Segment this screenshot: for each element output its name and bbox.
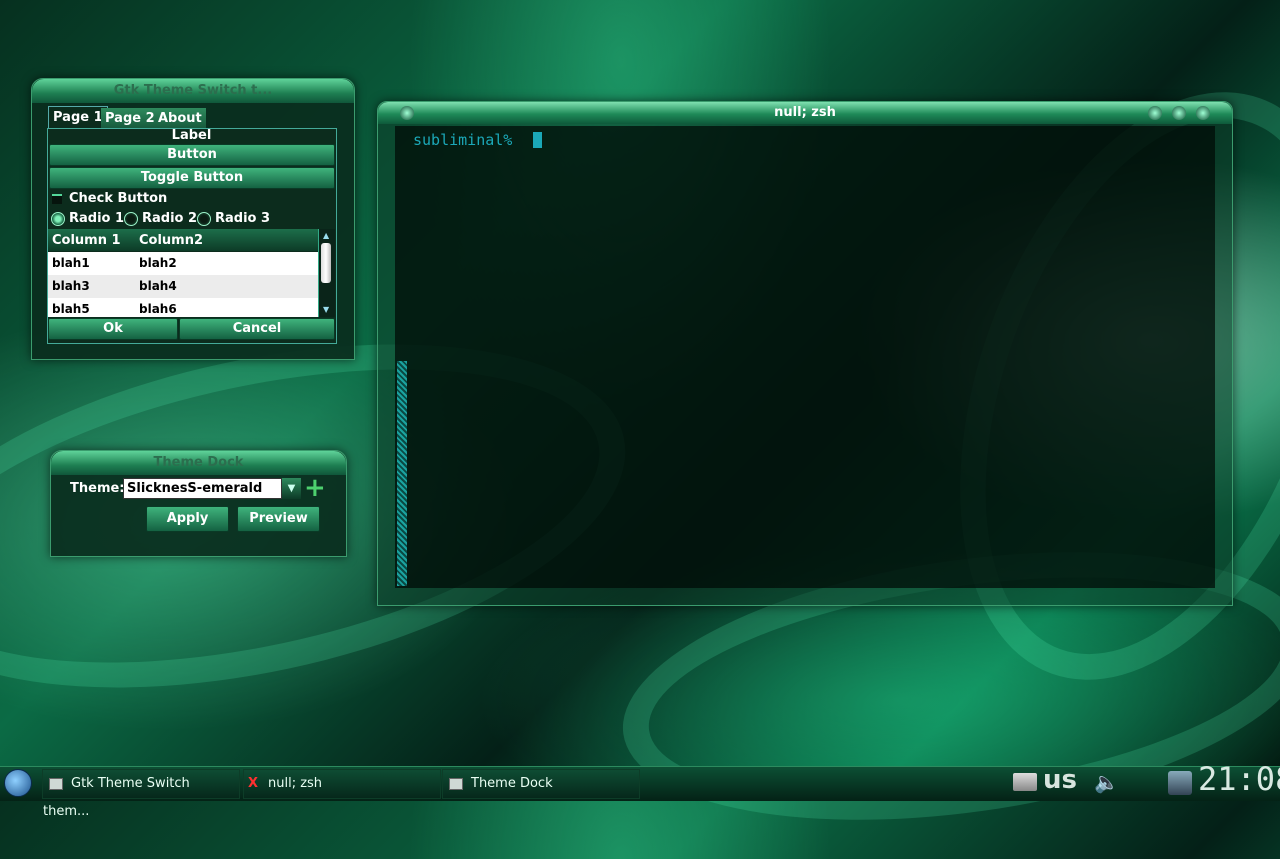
network-icon[interactable] xyxy=(1168,771,1192,795)
task-theme-dock[interactable]: Theme Dock xyxy=(442,769,640,799)
drive-icon[interactable] xyxy=(1013,773,1037,791)
theme-dock-window: Theme Dock xyxy=(50,450,347,557)
volume-icon[interactable]: 🔈 xyxy=(1094,770,1119,794)
window-title[interactable]: Theme Dock xyxy=(51,451,346,475)
list-scrollbar[interactable]: ▲ ▼ xyxy=(318,229,335,317)
cell: blah2 xyxy=(139,256,177,270)
clock[interactable]: 21:08 xyxy=(1198,760,1280,798)
cancel-button[interactable]: Cancel xyxy=(179,318,335,340)
preview-button[interactable]: Preview xyxy=(237,506,320,532)
tab-page-1[interactable]: Page 1 xyxy=(48,106,108,129)
cell: blah3 xyxy=(52,279,90,293)
minimize-icon[interactable] xyxy=(1148,106,1162,120)
terminal-title: null; zsh xyxy=(774,105,836,120)
button[interactable]: Button xyxy=(49,144,335,166)
task-gtk-theme-switch[interactable]: Gtk Theme Switch them... xyxy=(42,769,240,819)
radio-2[interactable] xyxy=(124,212,138,226)
theme-label: Theme: xyxy=(70,481,125,496)
label-text: Label xyxy=(171,128,212,143)
keyboard-layout[interactable]: us xyxy=(1043,765,1077,795)
cell: blah1 xyxy=(52,256,90,270)
radio-1-label: Radio 1 xyxy=(69,211,125,226)
scroll-down-icon[interactable]: ▼ xyxy=(323,305,329,314)
tab-page-2[interactable]: Page 2 xyxy=(101,108,159,130)
apply-button[interactable]: Apply xyxy=(146,506,229,532)
scrollbar-thumb[interactable] xyxy=(321,243,331,283)
window-title[interactable]: Gtk Theme Switch t... xyxy=(32,79,354,103)
terminal-body[interactable] xyxy=(395,126,1215,588)
radio-3[interactable] xyxy=(197,212,211,226)
radio-3-label: Radio 3 xyxy=(215,211,271,226)
toggle-button[interactable]: Toggle Button xyxy=(49,167,335,189)
check-box[interactable] xyxy=(52,194,62,204)
terminal-scrollbar[interactable] xyxy=(397,361,407,586)
chevron-down-icon[interactable]: ▼ xyxy=(282,478,301,499)
task-label: null; zsh xyxy=(268,776,323,791)
terminal-window: null; zsh subliminal% xyxy=(377,101,1233,606)
tab-about[interactable]: About xyxy=(154,108,206,130)
close-icon[interactable] xyxy=(1196,106,1210,120)
maximize-icon[interactable] xyxy=(1172,106,1186,120)
check-button-label: Check Button xyxy=(69,191,168,206)
x-terminal-icon: X xyxy=(248,776,259,791)
terminal-prompt: subliminal% xyxy=(413,131,513,149)
cell: blah4 xyxy=(139,279,177,293)
list-view[interactable]: Column 1 Column2 blah1 blah2 blah3 blah4… xyxy=(48,229,318,317)
cell: blah5 xyxy=(52,302,90,316)
task-terminal[interactable]: Xnull; zsh xyxy=(243,769,441,799)
scroll-up-icon[interactable]: ▲ xyxy=(323,231,329,240)
column-header-1[interactable]: Column 1 xyxy=(52,233,121,248)
ok-button[interactable]: Ok xyxy=(48,318,178,340)
task-label: Theme Dock xyxy=(471,776,553,791)
start-menu-icon[interactable] xyxy=(4,769,32,797)
window-icon xyxy=(49,777,63,790)
theme-combobox-value: SlicknesS-emerald xyxy=(127,481,263,496)
cell: blah6 xyxy=(139,302,177,316)
task-label: Gtk Theme Switch them... xyxy=(43,776,190,819)
window-icon xyxy=(449,777,463,790)
add-icon[interactable]: + xyxy=(304,475,326,501)
radio-2-label: Radio 2 xyxy=(142,211,198,226)
terminal-cursor xyxy=(533,132,542,148)
column-header-2[interactable]: Column2 xyxy=(139,233,203,248)
window-menu-icon[interactable] xyxy=(400,106,414,120)
radio-1[interactable] xyxy=(51,212,65,226)
